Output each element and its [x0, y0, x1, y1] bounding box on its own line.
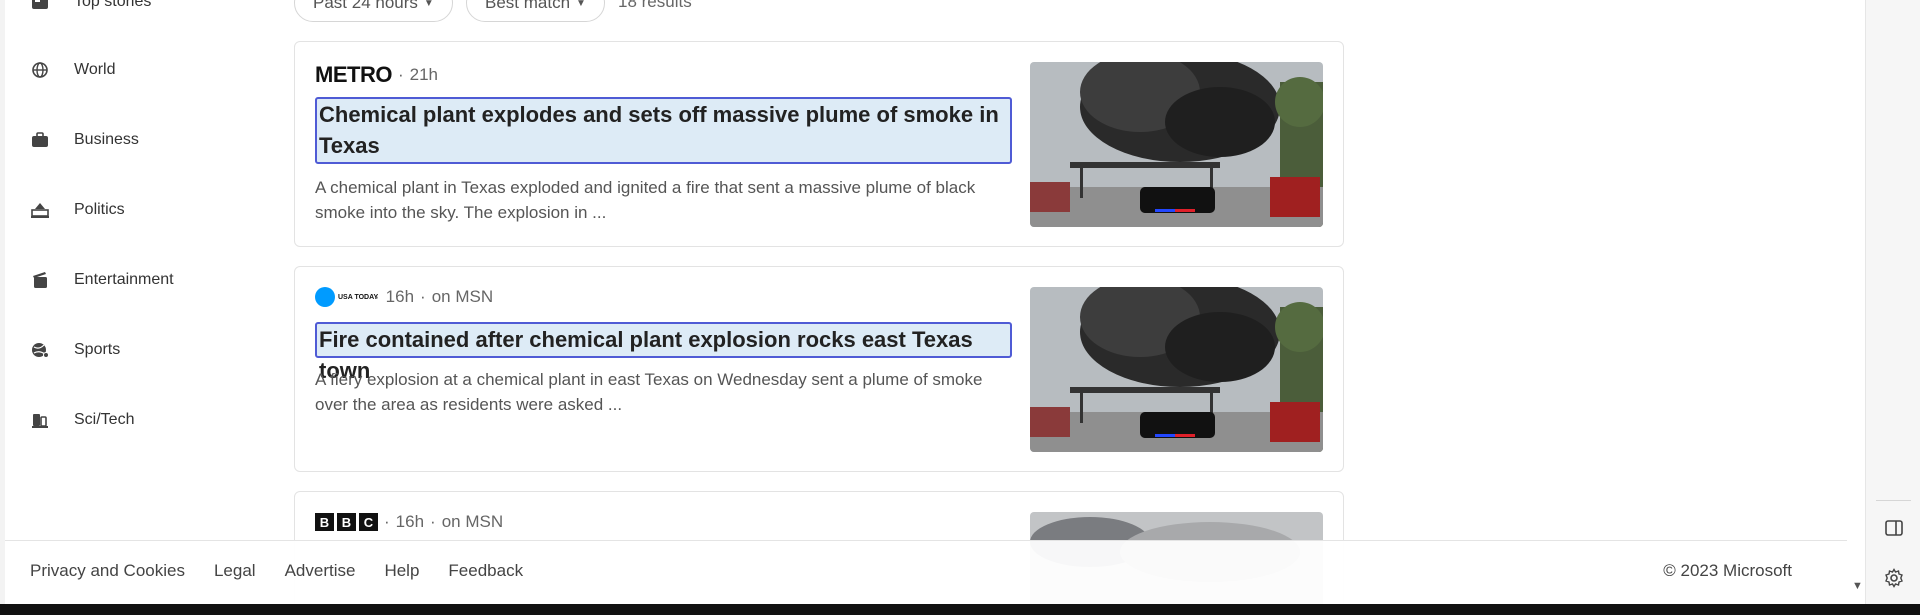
result-thumbnail[interactable]: [1030, 287, 1323, 452]
sidebar-item-top-stories[interactable]: Top stories: [30, 0, 151, 22]
published-time: 16h: [385, 287, 415, 306]
usa-today-dot-icon: [315, 287, 335, 307]
results-count: 18 results: [618, 0, 692, 11]
sort-label: Best match: [485, 0, 571, 12]
browser-right-rail: [1865, 0, 1920, 604]
page-footer: Privacy and Cookies Legal Advertise Help…: [5, 540, 1847, 604]
published-time: 21h: [409, 65, 438, 84]
footer-link-privacy[interactable]: Privacy and Cookies: [30, 561, 185, 581]
footer-link-legal[interactable]: Legal: [214, 561, 256, 581]
usa-today-logo: USA TODAY: [315, 287, 379, 307]
sidebar-item-label: World: [74, 61, 116, 78]
dot-separator: ·: [374, 287, 380, 306]
capitol-icon: [30, 200, 50, 220]
sort-dropdown[interactable]: Best match ▼: [466, 0, 605, 22]
microscope-icon: [30, 410, 50, 430]
footer-links: Privacy and Cookies Legal Advertise Help…: [30, 561, 523, 581]
clapperboard-icon: [30, 270, 50, 290]
sidebar-item-entertainment[interactable]: Entertainment: [30, 260, 174, 300]
metro-logo: METRO: [315, 62, 392, 87]
published-time: 16h: [395, 512, 425, 531]
rail-divider: [1876, 500, 1911, 501]
copyright: © 2023 Microsoft: [1663, 561, 1792, 580]
sidebar-item-label: Sci/Tech: [74, 411, 135, 428]
bbc-logo: B B C: [315, 513, 378, 531]
card-meta: METRO · 21h: [315, 62, 438, 88]
chevron-down-icon: ▼: [576, 0, 586, 9]
sidebar-item-business[interactable]: Business: [30, 120, 139, 160]
sports-ball-icon: [30, 340, 50, 360]
via-source: on MSN: [431, 287, 494, 306]
sidebar-item-label: Politics: [74, 201, 125, 218]
time-filter-label: Past 24 hours: [313, 0, 418, 12]
bbc-logo-letter: C: [359, 513, 378, 531]
news-result-card: METRO · 21h Chemical plant explodes and …: [294, 41, 1344, 247]
sidebar-toggle-icon[interactable]: [1883, 517, 1905, 539]
result-snippet: A fiery explosion at a chemical plant in…: [315, 370, 983, 414]
card-meta: B B C · 16h · on MSN: [315, 512, 503, 532]
sidebar-item-sports[interactable]: Sports: [30, 330, 120, 370]
briefcase-icon: [30, 130, 50, 150]
dot-separator: ·: [397, 65, 404, 84]
footer-link-feedback[interactable]: Feedback: [448, 561, 523, 581]
bbc-logo-letter: B: [315, 513, 334, 531]
usa-today-wordmark: USA TODAY: [338, 293, 379, 301]
result-title-link[interactable]: Chemical plant explodes and sets off mas…: [315, 97, 1012, 164]
sidebar-item-politics[interactable]: Politics: [30, 190, 125, 230]
left-edge: [0, 0, 5, 604]
news-result-card: USA TODAY · 16h · on MSN Fire contained …: [294, 266, 1344, 472]
dot-separator: ·: [420, 287, 426, 306]
sidebar-item-label: Entertainment: [74, 271, 174, 288]
newspaper-icon: [30, 0, 50, 12]
settings-gear-icon[interactable]: [1883, 567, 1905, 589]
footer-link-advertise[interactable]: Advertise: [285, 561, 356, 581]
result-snippet: A chemical plant in Texas exploded and i…: [315, 178, 976, 222]
card-meta: USA TODAY · 16h · on MSN: [315, 287, 493, 307]
chevron-down-icon: ▼: [423, 0, 434, 9]
dot-separator: ·: [430, 512, 436, 531]
footer-link-help[interactable]: Help: [384, 561, 419, 581]
sidebar-item-world[interactable]: World: [30, 50, 116, 90]
taskbar-edge: [0, 604, 1920, 615]
dot-separator: ·: [384, 512, 390, 531]
bbc-logo-letter: B: [337, 513, 356, 531]
sidebar-item-label: Top stories: [74, 0, 152, 10]
sidebar-item-label: Business: [74, 131, 139, 148]
via-source: on MSN: [441, 512, 504, 531]
result-title-link[interactable]: Fire contained after chemical plant expl…: [315, 322, 1012, 383]
result-thumbnail[interactable]: [1030, 62, 1323, 227]
globe-icon: [30, 60, 50, 80]
app-window: Top stories World Business Politics Ente…: [0, 0, 1920, 615]
time-filter-dropdown[interactable]: Past 24 hours ▼: [294, 0, 453, 22]
scroll-down-arrow-icon[interactable]: ▼: [1852, 580, 1863, 592]
sidebar-item-label: Sports: [74, 341, 121, 358]
sidebar-item-scitech[interactable]: Sci/Tech: [30, 400, 134, 440]
